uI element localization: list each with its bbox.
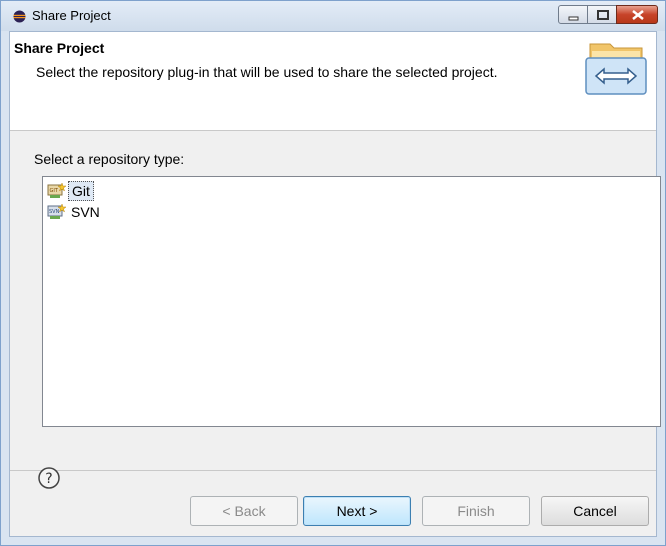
button-bar-separator [10, 470, 656, 471]
svg-text:?: ? [45, 471, 52, 487]
wizard-content: Share Project Select the repository plug… [9, 31, 661, 537]
back-button[interactable]: < Back [190, 496, 298, 526]
cancel-button[interactable]: Cancel [541, 496, 649, 526]
finish-button[interactable]: Finish [422, 496, 530, 526]
maximize-icon [597, 10, 609, 20]
window-title: Share Project [32, 8, 111, 23]
wizard-header: Share Project Select the repository plug… [10, 32, 656, 131]
page-title: Share Project [14, 40, 105, 56]
git-repository-icon: GIT [47, 182, 67, 198]
close-icon [632, 10, 644, 20]
maximize-button[interactable] [587, 5, 617, 24]
repository-type-label: Select a repository type: [34, 151, 185, 167]
svg-text:GIT: GIT [50, 188, 59, 194]
share-project-window: Share Project Share Project Select the r… [0, 0, 666, 546]
close-button[interactable] [616, 5, 658, 24]
repository-type-list[interactable]: GIT Git SVN SVN [42, 176, 661, 427]
eclipse-icon [13, 10, 26, 23]
list-item-label: SVN [71, 204, 100, 220]
title-bar[interactable]: Share Project [1, 1, 665, 31]
list-item-svn[interactable]: SVN SVN [47, 202, 103, 222]
page-description: Select the repository plug-in that will … [36, 64, 498, 80]
help-icon[interactable]: ? [38, 467, 60, 489]
list-item-label: Git [68, 181, 94, 201]
svn-repository-icon: SVN [47, 203, 67, 219]
minimize-icon [568, 16, 579, 21]
svg-text:SVN: SVN [49, 209, 60, 215]
list-item-git[interactable]: GIT Git [47, 181, 94, 201]
next-button[interactable]: Next > [303, 496, 411, 526]
minimize-button[interactable] [558, 5, 588, 24]
share-project-banner-icon [585, 43, 647, 95]
